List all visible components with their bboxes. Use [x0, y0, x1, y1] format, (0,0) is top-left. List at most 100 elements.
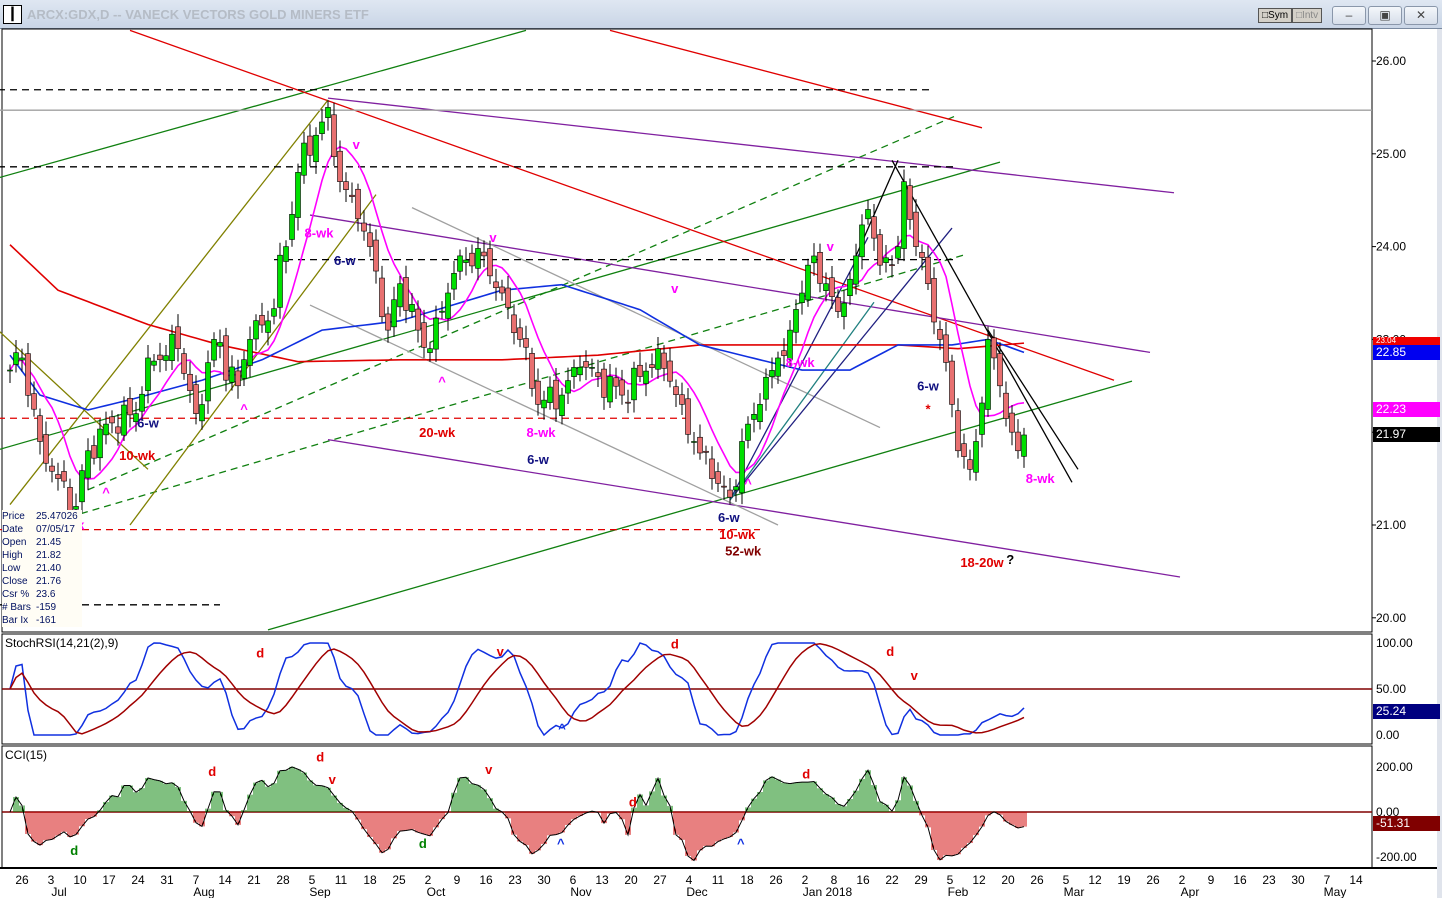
- cci-tick-label: -200.00: [1376, 850, 1417, 864]
- candle: [565, 380, 571, 394]
- candle: [349, 194, 355, 197]
- candle: [571, 367, 577, 377]
- candle: [361, 222, 367, 232]
- candle: [97, 428, 103, 459]
- candle: [595, 372, 601, 377]
- data-window-key: # Bars: [2, 602, 31, 613]
- price-annotation: 6-w: [917, 378, 940, 393]
- data-window-row: Price 25.47026: [2, 510, 82, 523]
- candle: [715, 471, 721, 484]
- candle: [979, 402, 985, 435]
- candle: [775, 357, 781, 377]
- candle: [379, 277, 385, 318]
- candle: [523, 338, 529, 348]
- candle: [991, 337, 997, 359]
- candle: [673, 386, 679, 395]
- price-annotation: 20-wk: [419, 425, 456, 440]
- month-label: Mar: [1064, 885, 1085, 898]
- month-label: Jul: [51, 885, 66, 898]
- candle: [115, 426, 121, 434]
- candle: [511, 314, 517, 334]
- candle: [247, 339, 253, 366]
- candle: [613, 377, 619, 387]
- candle: [277, 254, 283, 308]
- price-annotation: 8-wk: [1026, 471, 1056, 486]
- data-window-value: 21.82: [36, 550, 62, 561]
- candle: [73, 506, 79, 510]
- candle: [607, 376, 613, 403]
- data-window-row: Csr % 23.6: [2, 588, 82, 601]
- magenta-ma-tag: 22.23: [1373, 402, 1440, 417]
- cci-annotation: v: [329, 772, 337, 787]
- candle: [397, 283, 403, 308]
- candle: [307, 135, 313, 156]
- candle: [331, 114, 337, 158]
- candle: [151, 360, 157, 366]
- candle: [301, 142, 307, 176]
- month-label: Apr: [1181, 885, 1200, 898]
- candle: [79, 470, 85, 503]
- cci-value-tag: -51.31: [1373, 816, 1440, 831]
- candle: [109, 416, 115, 424]
- candle: [451, 273, 457, 290]
- date-tick-label: 18: [363, 873, 377, 887]
- date-tick-label: 20: [1001, 873, 1015, 887]
- stochrsi-annotation: ^: [558, 721, 566, 736]
- date-tick-label: 16: [1233, 873, 1247, 887]
- date-tick-label: 24: [131, 873, 145, 887]
- candle: [703, 450, 709, 453]
- month-label: Oct: [427, 885, 446, 898]
- candle: [727, 489, 733, 498]
- candle: [91, 445, 97, 459]
- date-tick-label: 22: [885, 873, 899, 887]
- candle: [181, 353, 187, 374]
- data-window-key: Bar Ix: [2, 615, 29, 626]
- candle: [859, 224, 865, 258]
- candle: [517, 327, 523, 340]
- date-tick-label: 18: [740, 873, 754, 887]
- price-tick-label: 26.00: [1376, 54, 1406, 68]
- candle: [235, 370, 241, 387]
- data-window-row: Close 21.76: [2, 575, 82, 588]
- price-chart[interactable]: v 8-wk 6-w ^ v 20-wk 8-wk 6-w v ^ 6-w 10-wk ^ 8-wk v 8-…: [0, 0, 1442, 898]
- candle: [7, 369, 13, 372]
- stochrsi-annotation: v: [497, 644, 505, 659]
- candle: [817, 252, 823, 284]
- price-annotation: 10-wk: [719, 527, 756, 542]
- candle: [217, 342, 223, 347]
- date-tick-label: 21: [247, 873, 261, 887]
- price-annotation: 10-wk: [119, 448, 156, 463]
- candle: [199, 404, 205, 422]
- candle: [475, 248, 481, 269]
- date-tick-label: 26: [1146, 873, 1160, 887]
- candle: [871, 216, 877, 239]
- data-window-value: 21.76: [36, 576, 62, 587]
- last-price-tag: 21.97: [1373, 427, 1440, 442]
- price-annotation: 8-wk: [527, 425, 557, 440]
- candle: [853, 255, 859, 285]
- stochrsi-annotation: v: [911, 668, 919, 683]
- candle: [769, 370, 775, 378]
- cci-annotation: v: [485, 762, 493, 777]
- candle: [385, 313, 391, 331]
- candle: [427, 348, 433, 353]
- candle: [457, 255, 463, 272]
- candle: [811, 255, 817, 264]
- date-tick-label: 13: [595, 873, 609, 887]
- date-tick-label: 31: [160, 873, 174, 887]
- stochrsi-annotation: d: [256, 646, 264, 661]
- candle: [391, 299, 397, 328]
- data-window-value: 07/05/17: [36, 524, 75, 535]
- candle: [631, 367, 637, 401]
- price-annotation: 6-w: [334, 253, 357, 268]
- red-ma-value: 23.04: [1376, 337, 1397, 345]
- cci-annotation: ^: [737, 836, 745, 851]
- candle: [403, 277, 409, 311]
- date-tick-label: 26: [1030, 873, 1044, 887]
- date-tick-label: 12: [972, 873, 986, 887]
- candle: [829, 277, 835, 297]
- price-annotation: v: [827, 239, 835, 254]
- candle: [13, 352, 19, 365]
- date-tick-label: 14: [1349, 873, 1363, 887]
- candle: [49, 465, 55, 472]
